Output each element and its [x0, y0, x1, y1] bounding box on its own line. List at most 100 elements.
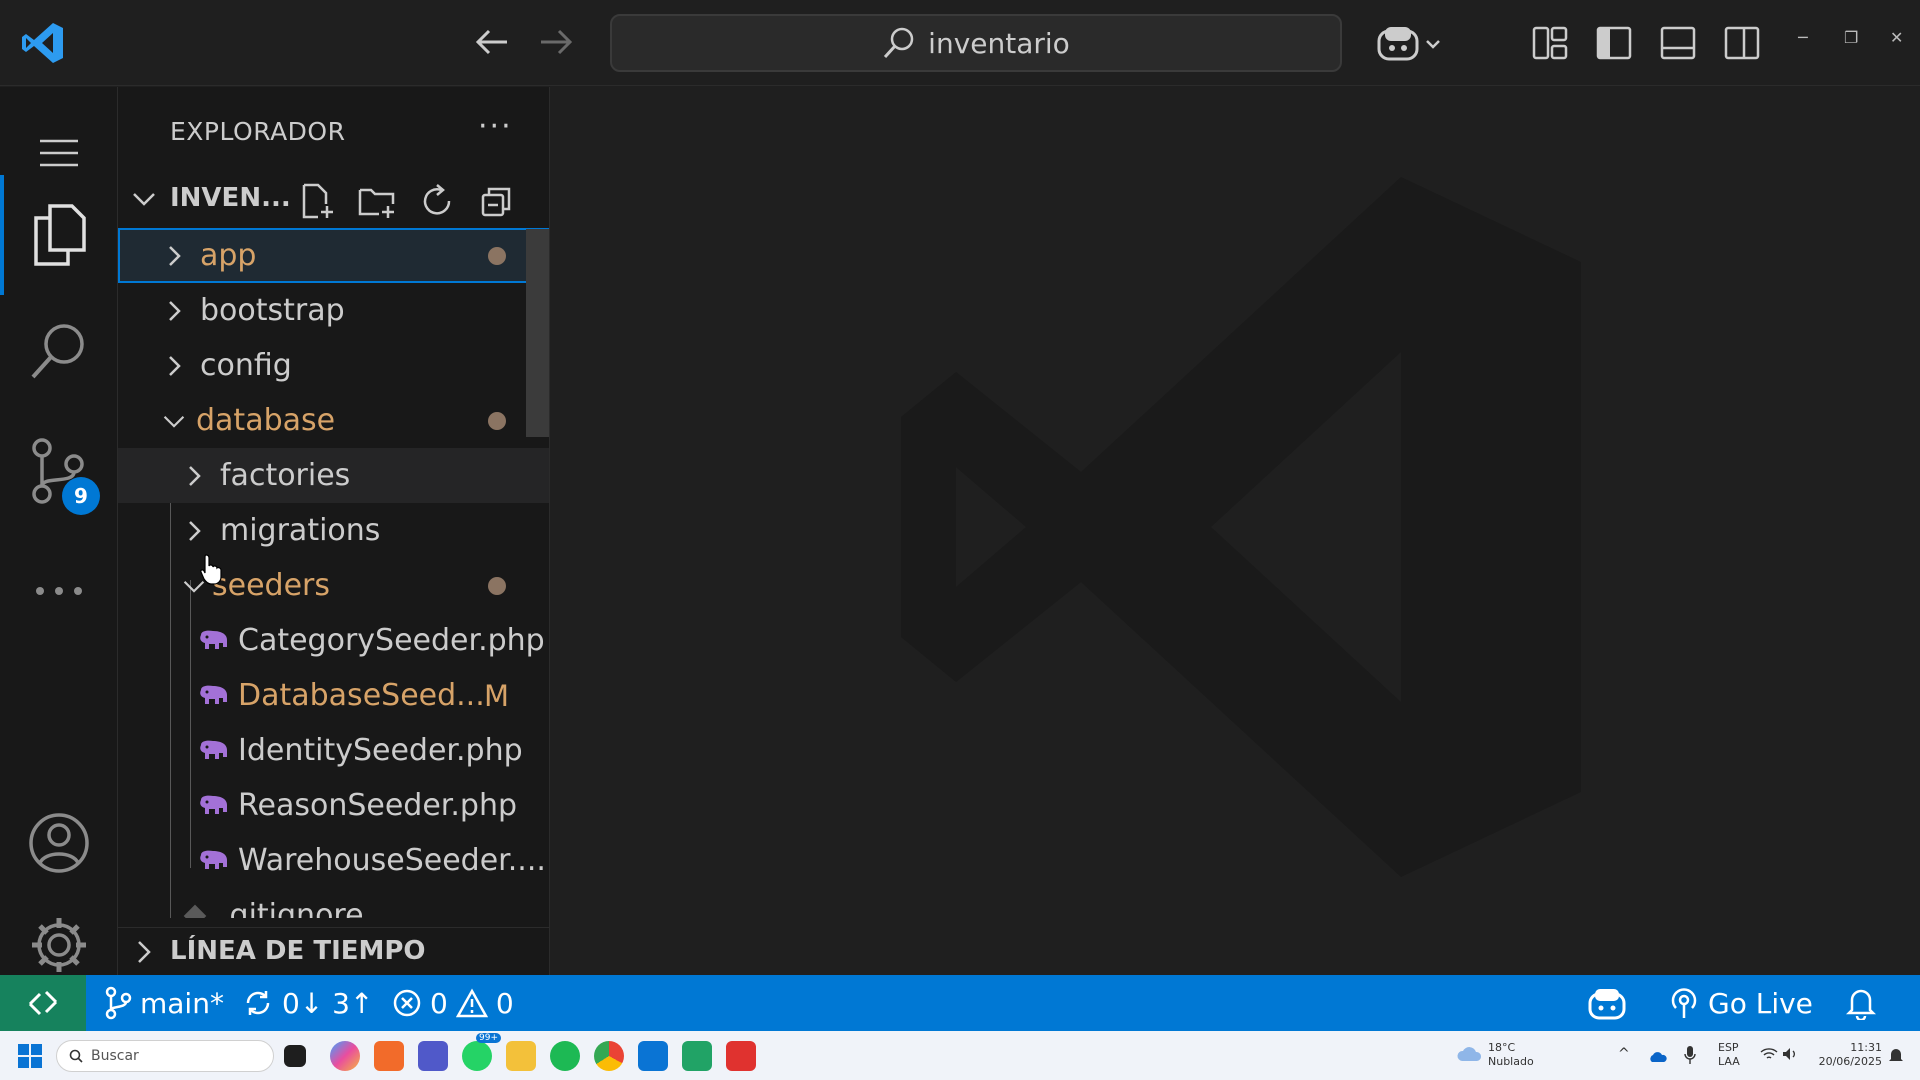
- app-icon-red[interactable]: [726, 1041, 756, 1071]
- modified-dot: [488, 246, 506, 265]
- status-bar: main* 0↓ 3↑ 0 0 Go Live: [0, 975, 1920, 1031]
- new-folder-icon[interactable]: [356, 181, 398, 221]
- timeline-section[interactable]: LÍNEA DE TIEMPO: [118, 927, 549, 975]
- close-icon[interactable]: ✕: [1890, 28, 1903, 47]
- gear-icon[interactable]: [0, 915, 118, 975]
- mouse-cursor-icon: [200, 553, 222, 589]
- tree-item-file[interactable]: DatabaseSeed... M: [118, 668, 549, 723]
- collapse-all-icon[interactable]: [476, 181, 518, 221]
- branch-button[interactable]: main*: [104, 975, 224, 1031]
- wifi-icon[interactable]: [1760, 1047, 1778, 1065]
- app-icon-green[interactable]: [682, 1041, 712, 1071]
- tree-item-app[interactable]: app: [118, 228, 549, 283]
- tree-item-bootstrap[interactable]: bootstrap: [118, 283, 549, 338]
- tree-item-label: seeders: [212, 568, 331, 603]
- chevron-right-icon: [162, 244, 186, 268]
- file-explorer-icon[interactable]: [506, 1041, 536, 1071]
- customize-layout-icon[interactable]: [1530, 22, 1570, 64]
- remote-indicator[interactable]: [0, 975, 86, 1031]
- onedrive-icon[interactable]: [1648, 1048, 1668, 1067]
- clock-date[interactable]: 20/06/2025: [1816, 1055, 1882, 1069]
- scm-badge: 9: [62, 477, 100, 515]
- chevron-right-icon: [182, 519, 206, 543]
- toggle-panel-icon[interactable]: [1658, 22, 1698, 64]
- toggle-secondary-sidebar-icon[interactable]: [1722, 22, 1762, 64]
- branch-label: main*: [140, 986, 224, 1020]
- chrome-icon[interactable]: [594, 1041, 624, 1071]
- chevron-up-icon[interactable]: ^: [1618, 1047, 1630, 1061]
- account-icon[interactable]: [0, 795, 118, 891]
- clock-time[interactable]: 11:31: [1828, 1041, 1882, 1055]
- microphone-icon[interactable]: [1684, 1045, 1696, 1069]
- workspace-name: INVEN...: [170, 183, 291, 213]
- bell-icon[interactable]: [1846, 975, 1876, 1031]
- copilot-status-button[interactable]: [1588, 975, 1626, 1031]
- back-arrow-icon[interactable]: [472, 22, 512, 62]
- tree-item-file[interactable]: IdentitySeeder.php: [118, 723, 549, 778]
- spotify-icon[interactable]: [550, 1041, 580, 1071]
- copilot-menu-button[interactable]: [1370, 22, 1450, 64]
- git-icon: [178, 902, 212, 918]
- modified-dot: [488, 576, 506, 595]
- copilot-app-icon[interactable]: [330, 1041, 360, 1071]
- problems-button[interactable]: 0 0: [392, 975, 514, 1031]
- sync-icon: [246, 991, 270, 1015]
- refresh-icon[interactable]: [416, 181, 458, 221]
- new-file-icon[interactable]: [296, 181, 338, 221]
- whatsapp-icon[interactable]: 99+: [462, 1033, 501, 1071]
- sync-label: 0↓ 3↑: [282, 986, 374, 1020]
- language-label[interactable]: ESP: [1718, 1041, 1739, 1055]
- php-elephant-icon: [196, 792, 230, 820]
- restore-icon[interactable]: ❐: [1844, 28, 1858, 47]
- tree-item-file[interactable]: WarehouseSeeder....: [118, 833, 549, 888]
- forward-arrow-icon[interactable]: [536, 22, 576, 62]
- tree-item-label: database: [196, 403, 336, 438]
- notification-bell-icon[interactable]: [1888, 1046, 1904, 1068]
- modified-dot: [488, 411, 506, 430]
- tree-item-database[interactable]: database: [118, 393, 549, 448]
- tree-item-factories[interactable]: factories: [118, 448, 549, 503]
- tree-item-seeders[interactable]: seeders: [118, 558, 549, 613]
- teams-icon[interactable]: [418, 1041, 448, 1071]
- tree-item-label: .gitignore: [220, 898, 364, 918]
- cloud-icon: [1456, 1045, 1482, 1067]
- windows-taskbar: Buscar 99+ 18°C Nublado ^ ESP LAA 11:31 …: [0, 1031, 1920, 1080]
- explorer-icon[interactable]: [0, 175, 118, 295]
- chevron-right-icon: [182, 464, 206, 488]
- activity-bar: 9: [0, 87, 118, 975]
- volume-icon[interactable]: [1782, 1047, 1798, 1065]
- tree-item-migrations[interactable]: migrations: [118, 503, 549, 558]
- tree-item-file[interactable]: CategorySeeder.php: [118, 613, 549, 668]
- modified-badge: M: [484, 678, 510, 713]
- toggle-primary-sidebar-icon[interactable]: [1594, 22, 1634, 64]
- app-icon[interactable]: [374, 1041, 404, 1071]
- chevron-right-icon: [134, 938, 154, 970]
- source-control-icon[interactable]: 9: [0, 423, 118, 519]
- sidebar-scrollbar[interactable]: [526, 229, 549, 437]
- weather-desc: Nublado: [1488, 1055, 1534, 1068]
- search-icon[interactable]: [0, 303, 118, 399]
- remote-icon: [28, 990, 58, 1016]
- tree-item-label: CategorySeeder.php: [238, 623, 545, 658]
- workspace-header[interactable]: INVEN...: [118, 177, 549, 223]
- task-view-icon[interactable]: [284, 1045, 306, 1067]
- tree-item-config[interactable]: config: [118, 338, 549, 393]
- go-live-button[interactable]: Go Live: [1668, 975, 1813, 1031]
- sync-button[interactable]: 0↓ 3↑: [242, 975, 373, 1031]
- tree-item-file[interactable]: ReasonSeeder.php: [118, 778, 549, 833]
- whatsapp-badge: 99+: [476, 1033, 501, 1043]
- warning-count: 0: [495, 986, 514, 1020]
- taskbar-search[interactable]: Buscar: [56, 1040, 274, 1072]
- tree-item-file[interactable]: .gitignore: [118, 888, 549, 918]
- weather-temp: 18°C: [1488, 1041, 1516, 1054]
- search-icon: [884, 27, 914, 59]
- broadcast-icon: [1671, 988, 1697, 1018]
- vscode-taskbar-icon[interactable]: [638, 1041, 668, 1071]
- command-center-search[interactable]: inventario: [610, 14, 1342, 72]
- windows-start-icon[interactable]: [18, 1044, 42, 1072]
- more-icon[interactable]: [0, 543, 118, 639]
- explorer-more-button[interactable]: ···: [478, 109, 513, 144]
- minimize-icon[interactable]: ─: [1798, 28, 1808, 47]
- menu-icon[interactable]: [0, 123, 118, 183]
- timeline-label: LÍNEA DE TIEMPO: [170, 936, 426, 966]
